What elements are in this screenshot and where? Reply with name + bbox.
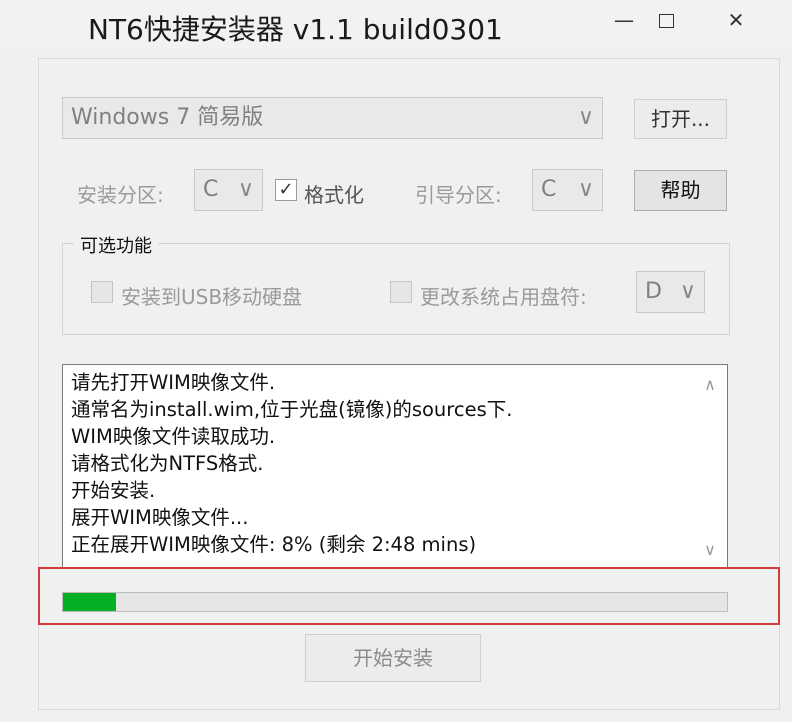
maximize-icon: [658, 14, 674, 28]
format-checkbox[interactable]: ✓: [275, 179, 297, 201]
edition-select-value: Windows 7 简易版: [71, 105, 264, 130]
maximize-button[interactable]: [646, 6, 686, 34]
log-line: 请格式化为NTFS格式.: [71, 452, 264, 475]
log-line: 展开WIM映像文件...: [71, 506, 249, 529]
minimize-button[interactable]: —: [604, 6, 644, 34]
chevron-down-icon: ∨: [577, 105, 594, 130]
boot-partition-select[interactable]: C ∨: [532, 169, 603, 211]
scroll-up-icon[interactable]: ∧: [693, 375, 727, 394]
help-button[interactable]: 帮助: [634, 170, 727, 211]
change-drive-letter-label: 更改系统占用盘符:: [420, 285, 587, 309]
optional-features-title: 可选功能: [74, 232, 158, 258]
usb-install-checkbox[interactable]: [91, 281, 113, 303]
start-install-button[interactable]: 开始安装: [305, 634, 481, 682]
scroll-down-icon[interactable]: ∨: [693, 540, 727, 559]
boot-partition-label: 引导分区:: [415, 183, 502, 207]
log-line: 正在展开WIM映像文件: 8% (剩余 2:48 mins): [71, 533, 477, 556]
chevron-down-icon: ∨: [237, 177, 254, 202]
close-icon: ✕: [727, 8, 745, 32]
progress-bar: [62, 592, 728, 612]
title-bar: NT6快捷安装器 v1.1 build0301 — ✕: [0, 0, 792, 50]
install-partition-label: 安装分区:: [77, 183, 164, 207]
log-line: 请先打开WIM映像文件.: [71, 371, 276, 394]
format-checkbox-label: 格式化: [304, 183, 364, 207]
drive-letter-value: D: [645, 279, 662, 304]
install-partition-value: C: [203, 177, 219, 202]
log-textbox[interactable]: 请先打开WIM映像文件. 通常名为install.wim,位于光盘(镜像)的so…: [62, 364, 728, 568]
usb-install-label: 安装到USB移动硬盘: [121, 285, 303, 309]
boot-partition-value: C: [541, 177, 557, 202]
log-line: 开始安装.: [71, 479, 156, 502]
progress-fill: [63, 593, 117, 611]
drive-letter-select[interactable]: D ∨: [636, 271, 705, 313]
edition-select[interactable]: Windows 7 简易版 ∨: [62, 97, 603, 139]
close-button[interactable]: ✕: [716, 6, 756, 34]
chevron-down-icon: ∨: [577, 177, 594, 202]
install-partition-select[interactable]: C ∨: [194, 169, 263, 211]
minimize-icon: —: [614, 8, 634, 32]
window-title: NT6快捷安装器 v1.1 build0301: [88, 13, 503, 46]
log-line: 通常名为install.wim,位于光盘(镜像)的sources下.: [71, 398, 513, 421]
change-drive-letter-checkbox[interactable]: [390, 281, 412, 303]
log-lines: 请先打开WIM映像文件. 通常名为install.wim,位于光盘(镜像)的so…: [71, 369, 512, 558]
chevron-down-icon: ∨: [679, 279, 696, 304]
log-line: WIM映像文件读取成功.: [71, 425, 276, 448]
open-button[interactable]: 打开...: [634, 99, 727, 139]
log-scrollbar[interactable]: ∧ ∨: [693, 365, 727, 567]
checkmark-icon: ✓: [278, 179, 294, 200]
